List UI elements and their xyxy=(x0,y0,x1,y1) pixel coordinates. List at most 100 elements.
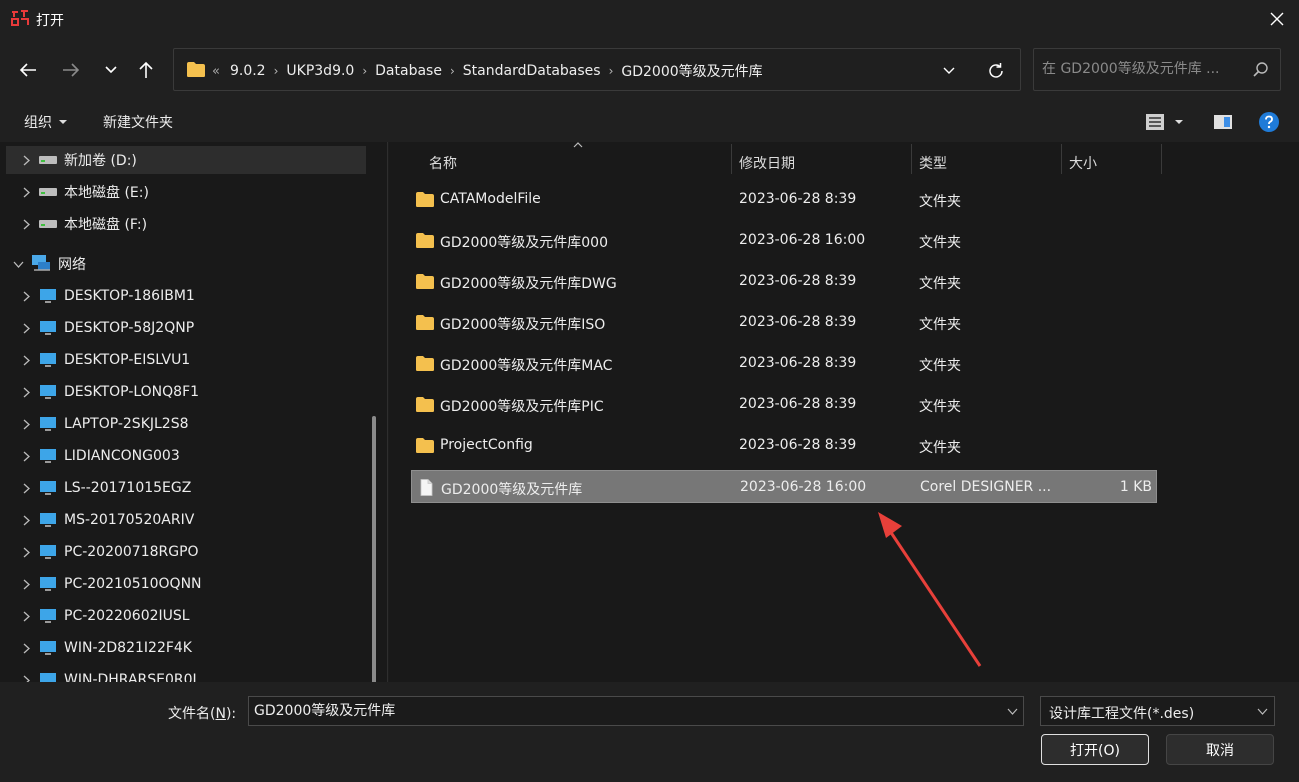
organize-button[interactable]: 组织 xyxy=(24,112,68,132)
arrow-right-icon xyxy=(63,63,80,77)
chevron-right-icon[interactable] xyxy=(18,576,34,592)
address-bar[interactable]: « 9.0.2 › UKP3d9.0 › Database › Standard… xyxy=(173,48,1021,91)
sidebar-item-computer[interactable]: PC-20200718RGPO xyxy=(6,538,366,566)
sidebar-item-drive-d[interactable]: 新加卷 (D:) xyxy=(6,146,366,174)
sidebar-item-network[interactable]: 网络 xyxy=(0,250,360,278)
sidebar-item-computer[interactable]: DESKTOP-EISLVU1 xyxy=(6,346,366,374)
back-button[interactable] xyxy=(14,56,42,84)
column-header-size[interactable]: 大小 xyxy=(1061,150,1161,176)
search-box[interactable] xyxy=(1033,48,1281,91)
chevron-right-icon[interactable] xyxy=(18,352,34,368)
chevron-right-icon[interactable] xyxy=(18,184,34,200)
chevron-right-icon[interactable] xyxy=(18,216,34,232)
chevron-right-icon[interactable] xyxy=(18,448,34,464)
sidebar-item-computer[interactable]: MS-20170520ARIV xyxy=(6,506,366,534)
arrow-up-icon xyxy=(139,61,153,78)
column-header-type[interactable]: 类型 xyxy=(911,150,1061,176)
filetype-select[interactable]: 设计库工程文件(*.des) xyxy=(1040,696,1275,726)
chevron-right-icon[interactable]: › xyxy=(362,64,367,78)
folder-icon xyxy=(416,192,434,207)
preview-pane-button[interactable] xyxy=(1211,111,1235,133)
file-row[interactable]: ProjectConfig 2023-06-28 8:39 文件夹 xyxy=(411,429,1157,462)
chevron-right-icon[interactable] xyxy=(18,384,34,400)
breadcrumb-item[interactable]: GD2000等级及元件库 xyxy=(621,61,762,81)
file-type: 文件夹 xyxy=(919,399,961,415)
sidebar-item-label: MS-20170520ARIV xyxy=(64,512,195,528)
sidebar-item-computer[interactable]: DESKTOP-58J2QNP xyxy=(6,314,366,342)
chevron-right-icon[interactable] xyxy=(18,512,34,528)
sidebar-scrollbar[interactable] xyxy=(372,416,376,682)
chevron-right-icon[interactable] xyxy=(18,544,34,560)
new-folder-button[interactable]: 新建文件夹 xyxy=(103,112,173,132)
file-row-selected[interactable]: GD2000等级及元件库 2023-06-28 16:00 Corel DESI… xyxy=(411,470,1157,503)
breadcrumb-item[interactable]: Database xyxy=(375,63,442,79)
forward-button[interactable] xyxy=(57,56,85,84)
sidebar-item-computer[interactable]: DESKTOP-186IBM1 xyxy=(6,282,366,310)
chevron-right-icon[interactable] xyxy=(18,288,34,304)
chevron-right-icon[interactable] xyxy=(18,320,34,336)
cancel-button[interactable]: 取消 xyxy=(1166,734,1274,765)
chevron-right-icon[interactable] xyxy=(18,608,34,624)
file-row[interactable]: GD2000等级及元件库MAC 2023-06-28 8:39 文件夹 xyxy=(411,347,1157,380)
filetype-value: 设计库工程文件(*.des) xyxy=(1049,706,1195,722)
column-header-label: 类型 xyxy=(919,156,947,172)
file-date: 2023-06-28 8:39 xyxy=(739,314,857,330)
breadcrumb-item[interactable]: UKP3d9.0 xyxy=(286,63,354,79)
open-button[interactable]: 打开(O) xyxy=(1041,734,1149,765)
close-button[interactable] xyxy=(1262,4,1292,34)
column-divider[interactable] xyxy=(1161,144,1162,174)
breadcrumb-overflow[interactable]: « xyxy=(212,64,220,79)
filename-combo[interactable] xyxy=(248,696,1024,726)
chevron-right-icon[interactable]: › xyxy=(274,64,279,78)
computer-icon xyxy=(38,288,58,304)
column-header-name[interactable]: 名称 xyxy=(421,150,731,176)
recent-locations-button[interactable] xyxy=(97,56,125,84)
filename-label-text: 文件名( xyxy=(168,706,216,722)
column-header-date[interactable]: 修改日期 xyxy=(731,150,911,176)
sidebar-item-drive-f[interactable]: 本地磁盘 (F:) xyxy=(6,210,366,238)
up-button[interactable] xyxy=(132,56,160,84)
sidebar-item-computer[interactable]: PC-20210510OQNN xyxy=(6,570,366,598)
help-button[interactable] xyxy=(1257,111,1281,133)
breadcrumb-item[interactable]: 9.0.2 xyxy=(230,63,266,79)
file-row[interactable]: GD2000等级及元件库ISO 2023-06-28 8:39 文件夹 xyxy=(411,306,1157,339)
sidebar-item-computer[interactable]: LIDIANCONG003 xyxy=(6,442,366,470)
chevron-down-icon[interactable] xyxy=(1005,705,1019,717)
sidebar-item-computer[interactable]: WIN-2D821I22F4K xyxy=(6,634,366,662)
chevron-right-icon[interactable] xyxy=(18,480,34,496)
sidebar-item-label: PC-20200718RGPO xyxy=(64,544,199,560)
file-row[interactable]: GD2000等级及元件库DWG 2023-06-28 8:39 文件夹 xyxy=(411,265,1157,298)
search-icon[interactable] xyxy=(1252,61,1270,79)
view-dropdown-button[interactable] xyxy=(1171,111,1187,133)
chevron-down-icon[interactable] xyxy=(1255,705,1269,717)
chevron-right-icon[interactable] xyxy=(18,152,34,168)
file-row[interactable]: CATAModelFile 2023-06-28 8:39 文件夹 xyxy=(411,183,1157,216)
computer-icon xyxy=(38,608,58,624)
chevron-right-icon[interactable]: › xyxy=(450,64,455,78)
sidebar-item-computer[interactable]: WIN-DHRARSE0R0I xyxy=(6,666,366,682)
chevron-down-icon[interactable] xyxy=(10,256,26,272)
chevron-right-icon[interactable] xyxy=(18,416,34,432)
search-input[interactable] xyxy=(1042,61,1242,77)
chevron-right-icon[interactable]: › xyxy=(609,64,614,78)
computer-icon xyxy=(38,416,58,432)
sidebar-item-computer[interactable]: LAPTOP-2SKJL2S8 xyxy=(6,410,366,438)
open-button-label: 打开(O) xyxy=(1070,742,1120,759)
sidebar-item-computer[interactable]: DESKTOP-LONQ8F1 xyxy=(6,378,366,406)
chevron-right-icon[interactable] xyxy=(18,672,34,682)
computer-icon xyxy=(38,576,58,592)
command-toolbar: 组织 新建文件夹 xyxy=(0,102,1299,142)
file-row[interactable]: GD2000等级及元件库000 2023-06-28 16:00 文件夹 xyxy=(411,224,1157,257)
sidebar-item-computer[interactable]: PC-20220602IUSL xyxy=(6,602,366,630)
breadcrumb-item[interactable]: StandardDatabases xyxy=(463,63,601,79)
chevron-right-icon[interactable] xyxy=(18,640,34,656)
view-options-button[interactable] xyxy=(1143,111,1167,133)
address-history-button[interactable] xyxy=(938,61,960,81)
sidebar-item-computer[interactable]: LS--20171015EGZ xyxy=(6,474,366,502)
file-row[interactable]: GD2000等级及元件库PIC 2023-06-28 8:39 文件夹 xyxy=(411,388,1157,421)
file-date: 2023-06-28 8:39 xyxy=(739,437,857,453)
refresh-button[interactable] xyxy=(984,59,1008,83)
filename-input[interactable] xyxy=(254,702,984,718)
sidebar-item-drive-e[interactable]: 本地磁盘 (E:) xyxy=(6,178,366,206)
sidebar-item-label: PC-20210510OQNN xyxy=(64,576,202,592)
